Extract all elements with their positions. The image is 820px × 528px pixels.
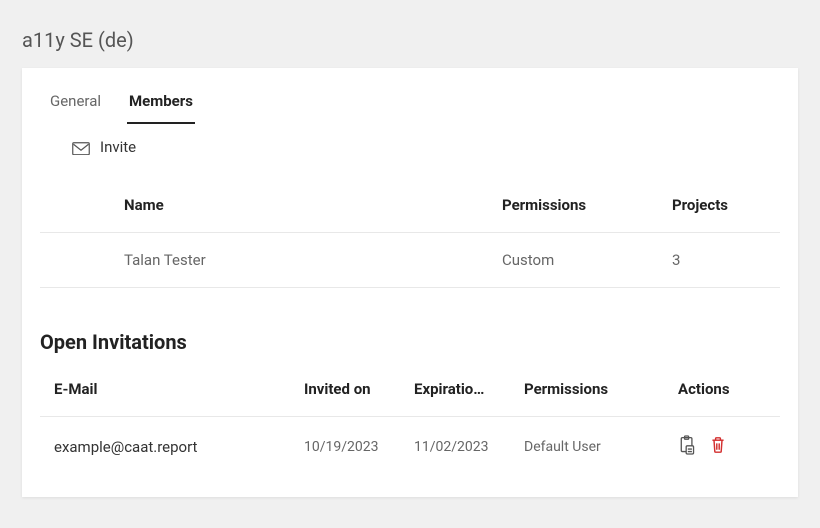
members-card: General Members Invite Name Permissions … <box>22 68 798 497</box>
invitation-actions <box>678 435 758 459</box>
members-table: Name Permissions Projects Talan Tester C… <box>22 170 798 308</box>
member-name: Talan Tester <box>124 251 502 269</box>
col-header-invited-on: Invited on <box>304 380 414 398</box>
invite-button[interactable]: Invite <box>22 124 798 170</box>
col-header-expiration: Expiratio… <box>414 380 524 398</box>
invitations-table: E-Mail Invited on Expiratio… Permissions… <box>22 362 798 497</box>
invitation-invited-on: 10/19/2023 <box>304 439 414 455</box>
table-row[interactable]: Talan Tester Custom 3 <box>40 233 780 288</box>
member-permissions: Custom <box>502 251 672 269</box>
clipboard-icon[interactable] <box>678 435 696 459</box>
members-table-header: Name Permissions Projects <box>40 178 780 233</box>
trash-icon[interactable] <box>710 436 726 458</box>
invitation-expiration: 11/02/2023 <box>414 439 524 455</box>
invitation-email: example@caat.report <box>54 438 304 456</box>
invitations-table-header: E-Mail Invited on Expiratio… Permissions… <box>40 362 780 416</box>
tabs: General Members <box>22 68 798 124</box>
col-header-actions: Actions <box>678 380 758 398</box>
col-header-permissions: Permissions <box>502 196 672 214</box>
col-header-email: E-Mail <box>54 380 304 398</box>
open-invitations-title: Open Invitations <box>22 308 798 362</box>
tab-general[interactable]: General <box>48 84 103 124</box>
invitation-permissions: Default User <box>524 439 678 455</box>
col-header-name: Name <box>124 196 502 214</box>
tab-members[interactable]: Members <box>127 84 195 124</box>
envelope-icon <box>72 140 90 154</box>
col-header-permissions: Permissions <box>524 380 678 398</box>
member-projects: 3 <box>672 251 750 269</box>
col-header-projects: Projects <box>672 196 750 214</box>
page-title: a11y SE (de) <box>0 0 820 68</box>
invite-label: Invite <box>100 138 136 156</box>
table-row: example@caat.report 10/19/2023 11/02/202… <box>40 416 780 477</box>
